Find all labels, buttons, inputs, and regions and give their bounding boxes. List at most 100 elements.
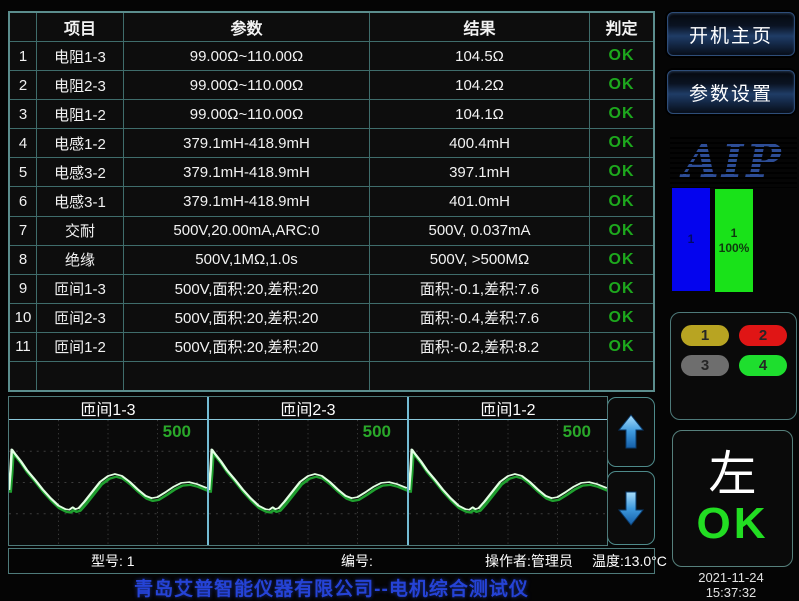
row-item: 电感1-2 [37,129,124,157]
row-item: 绝缘 [37,246,124,274]
table-row[interactable]: 11匝间1-2500V,面积:20,差积:20面积:-0.2,差积:8.2OK [10,333,653,362]
waveform-title: 匝间1-3 [9,397,207,420]
waveform-panel-3: 匝间1-2 500 [409,397,607,545]
row-result: 面积:-0.4,差积:7.6 [370,304,590,332]
scroll-up-button[interactable] [607,397,655,467]
header-result: 结果 [370,13,590,41]
home-button[interactable]: 开机主页 [667,12,795,56]
row-no: 2 [10,71,37,99]
test-results-table: 项目 参数 结果 判定 1电阻1-399.00Ω~110.00Ω104.5ΩOK… [8,11,655,392]
datetime: 2021-11-24 15:37:32 [667,571,795,601]
verdict-panel: 左 OK [672,430,793,567]
table-row[interactable]: 3电阻1-299.00Ω~110.00Ω104.1ΩOK [10,100,653,129]
station-indicator-1: 1 [681,325,729,346]
row-judge: OK [590,187,653,215]
row-no: 1 [10,42,37,70]
row-result: 401.0mH [370,187,590,215]
header-judge: 判定 [590,13,653,41]
table-row[interactable]: 7交耐500V,20.00mA,ARC:0500V, 0.037mAOK [10,217,653,246]
row-judge: OK [590,333,653,361]
date-label: 2021-11-24 [667,571,795,586]
row-judge: OK [590,100,653,128]
row-item: 电感3-2 [37,158,124,186]
row-judge: OK [590,42,653,70]
table-row[interactable]: 4电感1-2379.1mH-418.9mH400.4mHOK [10,129,653,158]
table-row[interactable]: 5电感3-2379.1mH-418.9mH397.1mHOK [10,158,653,187]
row-item: 电阻1-2 [37,100,124,128]
row-judge: OK [590,275,653,303]
aip-logo: AIP [670,134,797,188]
waveform-title: 匝间2-3 [209,397,407,420]
header-no [10,13,37,41]
station-indicator-2: 2 [739,325,787,346]
table-row[interactable]: 2电阻2-399.00Ω~110.00Ω104.2ΩOK [10,71,653,100]
row-judge [590,362,653,390]
row-no [10,362,37,390]
row-param: 379.1mH-418.9mH [124,129,370,157]
row-item: 交耐 [37,217,124,245]
row-item: 电感3-1 [37,187,124,215]
surge-waveform-section: 匝间1-3 500 匝间2-3 500 匝间1-2 500 [8,396,608,546]
table-row[interactable]: 9匝间1-3500V,面积:20,差积:20面积:-0.1,差积:7.6OK [10,275,653,304]
row-judge: OK [590,158,653,186]
waveform-plot: 500 [409,420,607,545]
verdict-label: OK [697,501,769,547]
row-result: 400.4mH [370,129,590,157]
waveform-title: 匝间1-2 [409,397,607,420]
row-param: 379.1mH-418.9mH [124,187,370,215]
row-result: 104.1Ω [370,100,590,128]
table-row[interactable]: 8绝缘500V,1MΩ,1.0s500V, >500MΩOK [10,246,653,275]
row-param: 500V,1MΩ,1.0s [124,246,370,274]
row-item: 匝间1-3 [37,275,124,303]
header-item: 项目 [37,13,124,41]
waveform-plot: 500 [9,420,207,545]
row-no: 4 [10,129,37,157]
row-item: 匝间1-2 [37,333,124,361]
row-no: 6 [10,187,37,215]
row-param: 379.1mH-418.9mH [124,158,370,186]
row-result: 500V, >500MΩ [370,246,590,274]
station-indicator-grid: 1234 [671,313,796,376]
test-progress-bar-blue: 1 [672,188,710,291]
table-row[interactable]: 6电感3-1379.1mH-418.9mH401.0mHOK [10,187,653,216]
row-param: 500V,20.00mA,ARC:0 [124,217,370,245]
row-no: 10 [10,304,37,332]
waveform-panel-1: 匝间1-3 500 [9,397,209,545]
station-indicator-4: 4 [739,355,787,376]
row-judge: OK [590,71,653,99]
row-param: 99.00Ω~110.00Ω [124,100,370,128]
row-no: 11 [10,333,37,361]
row-param: 500V,面积:20,差积:20 [124,275,370,303]
green-bar-label: 1 [731,226,738,241]
row-judge: OK [590,304,653,332]
tester-screen: { "table": { "headers": {"no": "", "item… [0,0,799,599]
table-row[interactable] [10,362,653,390]
row-no: 9 [10,275,37,303]
row-no: 5 [10,158,37,186]
operator-label: 操作者:管理员 [485,551,573,571]
waveform-plot: 500 [209,420,407,545]
row-result: 104.2Ω [370,71,590,99]
waveform-panel-2: 匝间2-3 500 [209,397,409,545]
header-param: 参数 [124,13,370,41]
temperature-label: 温度:13.0°C [592,551,667,571]
station-indicator-panel: 1234 [670,312,797,420]
scroll-down-button[interactable] [607,471,655,545]
row-param: 500V,面积:20,差积:20 [124,304,370,332]
status-bar: 型号: 1 编号: 操作者:管理员 温度:13.0°C [8,548,655,574]
row-judge: OK [590,246,653,274]
blue-bar-label: 1 [688,232,695,247]
table-row[interactable]: 10匝间2-3500V,面积:20,差积:20面积:-0.4,差积:7.6OK [10,304,653,333]
down-arrow-icon [617,490,645,526]
side-label: 左 [708,450,756,500]
test-progress-bar-green: 1 100% [715,189,753,292]
row-judge: OK [590,217,653,245]
table-row[interactable]: 1电阻1-399.00Ω~110.00Ω104.5ΩOK [10,42,653,71]
row-param: 99.00Ω~110.00Ω [124,71,370,99]
scale-label: 500 [563,422,591,442]
station-indicator-3: 3 [681,355,729,376]
row-result: 面积:-0.2,差积:8.2 [370,333,590,361]
row-result: 104.5Ω [370,42,590,70]
scale-label: 500 [363,422,391,442]
settings-button[interactable]: 参数设置 [667,70,795,114]
